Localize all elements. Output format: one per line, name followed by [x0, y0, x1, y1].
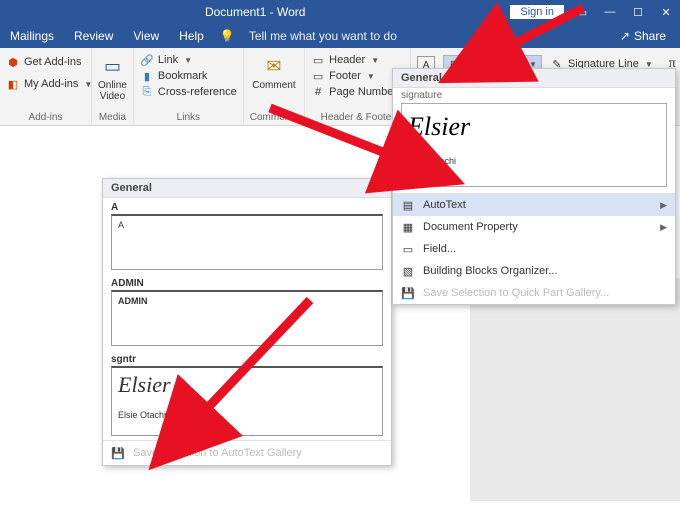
- comment-button[interactable]: ✉ Comment: [252, 50, 295, 91]
- crossref-icon: ⎘: [140, 85, 154, 99]
- share-button[interactable]: ↗ Share: [620, 29, 680, 43]
- chevron-right-icon: ▶: [660, 222, 667, 233]
- autotext-sgntr-preview[interactable]: Elsier Elsie Otachi: [111, 366, 383, 436]
- margin-guide: [470, 278, 680, 501]
- signature-script: Elsier: [408, 112, 660, 142]
- tellme-input[interactable]: Tell me what you want to do: [239, 29, 407, 43]
- comment-label: Comment: [252, 80, 295, 91]
- link-button[interactable]: 🔗 Link ▼: [140, 52, 237, 68]
- autotext-admin-label: ADMIN: [103, 274, 391, 290]
- autotext-signature-name: Elsie Otachi: [118, 410, 376, 420]
- chevron-down-icon: ▼: [367, 72, 375, 81]
- autotext-admin-content: ADMIN: [118, 296, 148, 306]
- quickparts-menu: ▤ AutoText ▶ ▦ Document Property ▶ ▭ Fie…: [393, 193, 675, 304]
- signature-name: Elsie Otachi: [408, 156, 660, 166]
- my-addins-label: My Add-ins: [24, 78, 78, 90]
- link-label: Link: [158, 54, 178, 66]
- docprop-menuitem[interactable]: ▦ Document Property ▶: [393, 216, 675, 238]
- store-icon: ⬢: [6, 55, 20, 69]
- autotext-label: AutoText: [423, 199, 466, 211]
- window-title: Document1 - Word: [0, 5, 510, 19]
- autotext-gallery: General A A ADMIN ADMIN sgntr Elsier Els…: [102, 178, 392, 466]
- signin-button[interactable]: Sign in: [510, 5, 564, 19]
- tabbar: Mailings Review View Help 💡 Tell me what…: [0, 24, 680, 48]
- autotext-general-header: General: [103, 179, 391, 198]
- autotext-sgntr-label: sgntr: [103, 350, 391, 366]
- docprop-icon: ▦: [401, 220, 415, 234]
- tab-review[interactable]: Review: [64, 29, 123, 43]
- quickparts-signature-label: signature: [393, 88, 675, 101]
- autotext-a-label: A: [103, 198, 391, 214]
- save-icon: 💾: [111, 446, 125, 460]
- tab-help[interactable]: Help: [169, 29, 214, 43]
- titlebar: Document1 - Word Sign in ▭ — ☐ ✕: [0, 0, 680, 24]
- autotext-a-content: A: [118, 220, 124, 230]
- share-label: Share: [634, 29, 666, 43]
- lightbulb-icon: 💡: [220, 29, 235, 43]
- save-autotext-menuitem: 💾 Save Selection to AutoText Gallery: [103, 440, 391, 465]
- bborg-menuitem[interactable]: ▧ Building Blocks Organizer...: [393, 260, 675, 282]
- video-icon: ▭: [100, 54, 124, 78]
- comment-icon: ✉: [262, 54, 286, 78]
- header-icon: ▭: [311, 53, 325, 67]
- save-icon: 💾: [401, 286, 415, 300]
- bookmark-icon: ▮: [140, 69, 154, 83]
- addins-icon: ◧: [6, 77, 20, 91]
- window-controls: ▭ — ☐ ✕: [568, 0, 680, 24]
- share-icon: ↗: [620, 29, 630, 43]
- autotext-menuitem[interactable]: ▤ AutoText ▶: [393, 194, 675, 216]
- crossref-label: Cross-reference: [158, 86, 237, 98]
- save-autotext-label: Save Selection to AutoText Gallery: [133, 447, 302, 459]
- get-addins-button[interactable]: ⬢ Get Add-ins: [6, 54, 92, 70]
- quickparts-dropdown: General signature Elsier Elsie Otachi ▤ …: [392, 68, 676, 305]
- autotext-admin-preview[interactable]: ADMIN: [111, 290, 383, 346]
- bookmark-label: Bookmark: [158, 70, 208, 82]
- maximize-icon[interactable]: ☐: [624, 0, 652, 24]
- save-quickpart-label: Save Selection to Quick Part Gallery...: [423, 287, 609, 299]
- autotext-icon: ▤: [401, 198, 415, 212]
- docprop-label: Document Property: [423, 221, 518, 233]
- close-icon[interactable]: ✕: [652, 0, 680, 24]
- save-quickpart-menuitem: 💾 Save Selection to Quick Part Gallery..…: [393, 282, 675, 304]
- autotext-a-preview[interactable]: A: [111, 214, 383, 270]
- field-icon: ▭: [401, 242, 415, 256]
- header-label: Header: [329, 54, 365, 66]
- group-comments-label: Comments: [250, 112, 298, 125]
- chevron-down-icon: ▼: [371, 56, 379, 65]
- chevron-right-icon: ▶: [660, 200, 667, 211]
- get-addins-label: Get Add-ins: [24, 56, 81, 68]
- autotext-signature-script: Elsier: [118, 372, 376, 398]
- footer-label: Footer: [329, 70, 361, 82]
- chevron-down-icon: ▼: [184, 56, 192, 65]
- tab-view[interactable]: View: [123, 29, 169, 43]
- tab-mailings[interactable]: Mailings: [0, 29, 64, 43]
- group-headerfooter-label: Header & Footer: [311, 112, 404, 125]
- group-media-label: Media: [98, 112, 127, 125]
- pagenum-icon: #: [311, 85, 325, 99]
- bborg-label: Building Blocks Organizer...: [423, 265, 558, 277]
- group-links-label: Links: [140, 112, 237, 125]
- group-addins-label: Add-ins: [6, 112, 85, 125]
- field-menuitem[interactable]: ▭ Field...: [393, 238, 675, 260]
- quickparts-general-header: General: [393, 69, 675, 88]
- online-video-label: OnlineVideo: [98, 80, 127, 102]
- link-icon: 🔗: [140, 53, 154, 67]
- bborg-icon: ▧: [401, 264, 415, 278]
- my-addins-button[interactable]: ◧ My Add-ins ▼: [6, 76, 92, 92]
- minimize-icon[interactable]: —: [596, 0, 624, 24]
- header-button[interactable]: ▭ Header ▼: [311, 52, 411, 68]
- pagenum-label: Page Number: [329, 86, 397, 98]
- field-label: Field...: [423, 243, 456, 255]
- ribbon-display-icon[interactable]: ▭: [568, 0, 596, 24]
- online-video-button[interactable]: ▭ OnlineVideo: [98, 50, 127, 102]
- footer-icon: ▭: [311, 69, 325, 83]
- quickparts-signature-preview[interactable]: Elsier Elsie Otachi: [401, 103, 667, 187]
- crossref-button[interactable]: ⎘ Cross-reference: [140, 84, 237, 100]
- bookmark-button[interactable]: ▮ Bookmark: [140, 68, 237, 84]
